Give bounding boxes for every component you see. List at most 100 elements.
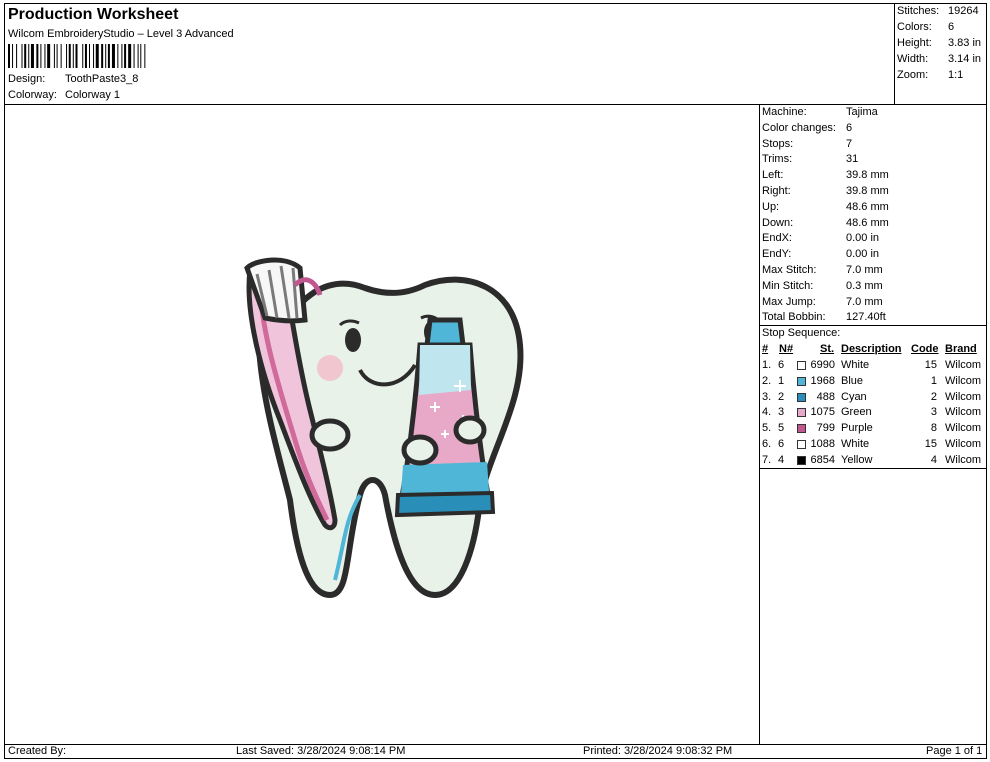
row-needle: 1	[778, 374, 785, 387]
row-needle: 3	[778, 406, 785, 419]
barcode-bar	[8, 44, 10, 68]
barcode-bar	[105, 44, 107, 68]
row-needle: 4	[778, 453, 785, 466]
col-header-code: Code	[911, 343, 939, 355]
barcode-bar	[124, 44, 127, 68]
barcode-bar	[111, 44, 115, 68]
stitches-value: 19264	[948, 5, 979, 17]
row-description: Green	[841, 406, 872, 419]
barcode-bar	[107, 44, 110, 68]
row-code: 4	[930, 453, 937, 466]
row-code: 2	[930, 390, 937, 403]
row-brand: Wilcom	[945, 374, 982, 387]
row-brand: Wilcom	[945, 422, 982, 435]
row-num: 4.	[762, 406, 772, 419]
last-saved: Last Saved: 3/28/2024 9:08:14 PM	[236, 745, 406, 757]
barcode-bar	[12, 44, 14, 68]
zoom-label: Zoom:	[897, 69, 929, 81]
row-num: 3.	[762, 390, 772, 403]
row-needle: 6	[778, 359, 785, 371]
row-needle: 5	[778, 422, 785, 435]
sequence-divider	[759, 325, 987, 326]
color-swatch	[797, 440, 806, 449]
height-label: Height:	[897, 37, 932, 49]
barcode-bar	[121, 44, 123, 68]
barcode-bar	[82, 44, 84, 68]
barcode-bar	[89, 44, 90, 68]
stitches-label: Stitches:	[897, 5, 940, 17]
row-description: Yellow	[841, 453, 873, 466]
colors-label: Colors:	[897, 21, 932, 33]
total-bobbin-value: 127.40ft	[846, 311, 886, 323]
barcode-bar	[36, 44, 39, 68]
barcode-bar	[56, 44, 58, 68]
design-value: ToothPaste3_8	[65, 73, 139, 85]
row-num: 5.	[762, 422, 772, 435]
page-number: Page 1 of 1	[926, 745, 983, 757]
colors-value: 6	[948, 21, 955, 33]
barcode-bar	[44, 44, 46, 68]
row-needle: 2	[778, 390, 785, 403]
row-description: Cyan	[841, 390, 867, 403]
col-header-description: Description	[841, 343, 902, 355]
total-bobbin-label: Total Bobbin:	[762, 311, 826, 323]
barcode-bar	[128, 44, 132, 68]
row-needle: 6	[778, 438, 785, 450]
design-preview	[244, 257, 524, 599]
barcode-bar	[28, 44, 30, 68]
stops-value: 7	[846, 138, 853, 150]
row-description: Purple	[841, 422, 873, 435]
endx-label: EndX:	[762, 232, 792, 244]
footer-divider	[4, 744, 987, 745]
width-value: 3.14 in	[948, 53, 982, 65]
barcode-bar	[117, 44, 119, 68]
barcode-bar	[40, 44, 42, 68]
row-description: White	[841, 438, 870, 450]
trims-label: Trims:	[762, 153, 793, 165]
barcode-bar	[140, 44, 142, 68]
printed-date: Printed: 3/28/2024 9:08:32 PM	[583, 745, 733, 757]
trims-value: 31	[846, 153, 859, 165]
cheek	[317, 355, 343, 381]
machine-label: Machine:	[762, 106, 807, 118]
colorway-label: Colorway:	[8, 89, 57, 101]
endx-value: 0.00 in	[846, 232, 880, 244]
barcode-bar	[16, 44, 18, 68]
col-header-n: N#	[779, 343, 794, 355]
width-label: Width:	[897, 53, 929, 65]
col-header-num: #	[762, 343, 769, 355]
color-changes-value: 6	[846, 122, 853, 134]
row-stitches: 1075	[810, 406, 835, 419]
max-stitch-label: Max Stitch:	[762, 264, 817, 276]
min-stitch-value: 0.3 mm	[846, 280, 883, 292]
barcode-bar	[95, 44, 99, 68]
max-stitch-value: 7.0 mm	[846, 264, 883, 276]
stops-label: Stops:	[762, 138, 794, 150]
height-value: 3.83 in	[948, 37, 982, 49]
endy-value: 0.00 in	[846, 248, 880, 260]
left-label: Left:	[762, 169, 784, 181]
row-num: 7.	[762, 453, 772, 466]
colorway-value: Colorway 1	[65, 89, 121, 101]
barcode-bar	[24, 44, 27, 68]
barcode-bar	[53, 44, 55, 68]
zoom-value: 1:1	[948, 69, 964, 81]
down-label: Down:	[762, 217, 794, 229]
right-value: 39.8 mm	[846, 185, 889, 197]
row-brand: Wilcom	[945, 406, 982, 419]
stop-sequence-title: Stop Sequence:	[762, 327, 841, 339]
barcode-bar	[144, 44, 146, 68]
sequence-bottom-divider	[759, 468, 987, 469]
row-stitches: 1088	[810, 438, 835, 450]
barcode-bar	[47, 44, 51, 68]
color-swatch	[797, 455, 806, 465]
row-code: 8	[930, 422, 937, 435]
page-title: Production Worksheet	[8, 6, 179, 23]
row-stitches: 6854	[810, 453, 835, 466]
barcode	[8, 44, 146, 68]
machine-value: Tajima	[846, 106, 878, 118]
row-code: 1	[930, 374, 937, 387]
row-code: 15	[924, 359, 937, 371]
col-header-brand: Brand	[945, 343, 977, 355]
left-eye	[345, 328, 361, 352]
